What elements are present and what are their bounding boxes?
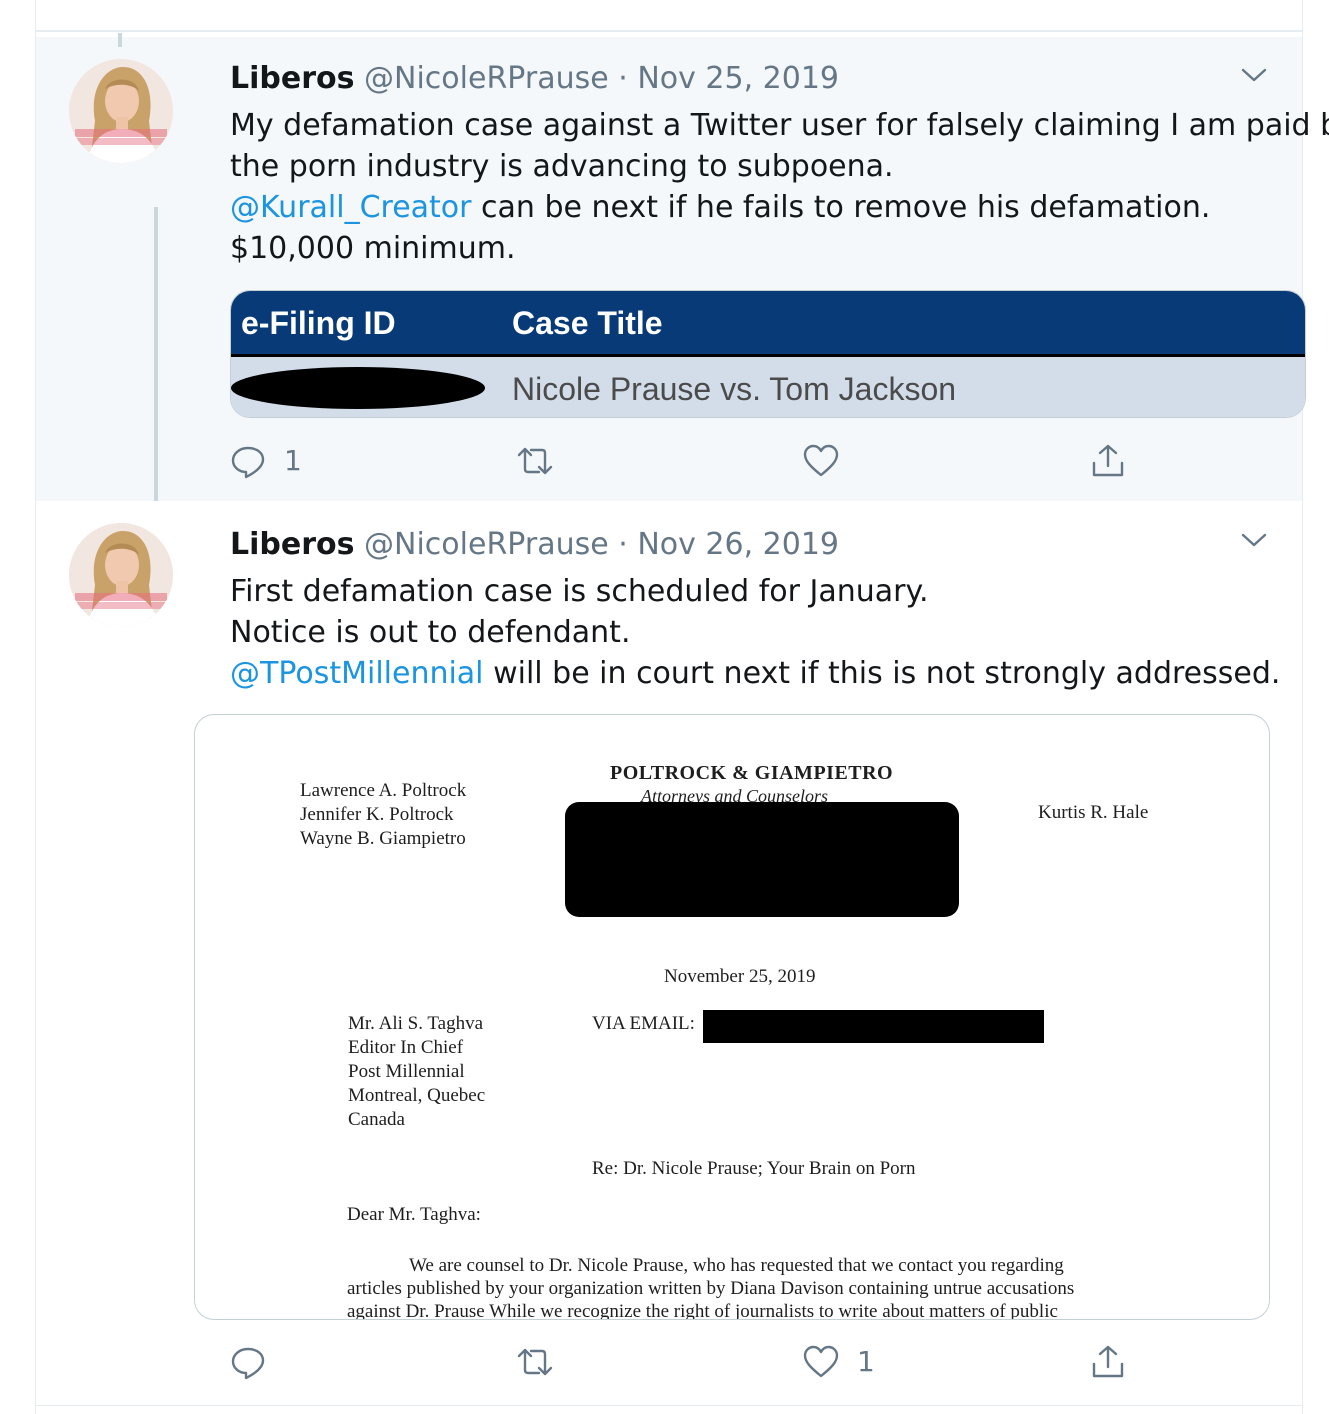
- via-email-label: VIA EMAIL:: [592, 1013, 695, 1034]
- tweet-date[interactable]: Nov 25, 2019: [637, 61, 839, 96]
- chevron-down-icon[interactable]: [1239, 60, 1269, 90]
- partner-name: Wayne B. Giampietro: [300, 828, 466, 849]
- tweet-actions: 1: [230, 1342, 1230, 1382]
- tweet-actions: 1: [230, 441, 1230, 481]
- tweet-text-line: My defamation case against a Twitter use…: [230, 108, 1329, 143]
- redaction-mark: [231, 367, 485, 409]
- tweet-text-line: @Kurall_Creator can be next if he fails …: [230, 187, 1300, 228]
- column-header-efiling-id: e-Filing ID: [241, 305, 396, 341]
- author-handle[interactable]: @NicoleRPrause: [364, 61, 609, 96]
- header-separator: ·: [618, 527, 628, 562]
- address-line: Post Millennial: [348, 1061, 465, 1082]
- mention-link[interactable]: @TPostMillennial: [230, 656, 484, 691]
- mention-link[interactable]: @Kurall_Creator: [230, 190, 472, 225]
- letter-salutation: Dear Mr. Taghva:: [347, 1204, 481, 1225]
- like-icon: [803, 1345, 839, 1378]
- tweet-text: First defamation case is scheduled for J…: [230, 571, 1300, 694]
- like-button[interactable]: [803, 441, 857, 481]
- letter-subject: Re: Dr. Nicole Prause; Your Brain on Por…: [592, 1158, 916, 1179]
- reply-icon: [231, 446, 265, 479]
- tweet-text-segment: will be in court next if this is not str…: [483, 656, 1281, 691]
- firm-name: POLTROCK & GIAMPIETRO: [610, 762, 894, 784]
- retweet-button[interactable]: [515, 441, 573, 481]
- share-icon: [1092, 444, 1124, 477]
- tweet-date[interactable]: Nov 26, 2019: [637, 527, 839, 562]
- column-header-case-title: Case Title: [512, 305, 663, 341]
- partner-name: Lawrence A. Poltrock: [300, 780, 467, 801]
- body-line: against Dr. Prause While we recognize th…: [347, 1301, 1058, 1320]
- body-line: We are counsel to Dr. Nicole Prause, who…: [409, 1255, 1064, 1276]
- redaction-mark: [703, 1010, 1044, 1043]
- thread-connector: [154, 207, 158, 549]
- avatar[interactable]: [69, 523, 173, 627]
- avatar[interactable]: [69, 59, 173, 163]
- media-image-letter[interactable]: Lawrence A. Poltrock Jennifer K. Poltroc…: [194, 714, 1270, 1320]
- address-line: Canada: [348, 1109, 405, 1130]
- tweet-header: Liberos @NicoleRPrause · Nov 26, 2019: [230, 525, 839, 565]
- thread-connector: [118, 33, 122, 47]
- tweet-text-line: @TPostMillennial will be in court next i…: [230, 653, 1300, 694]
- letter-body: We are counsel to Dr. Nicole Prause, who…: [347, 1254, 1075, 1320]
- tweet-text-line: the porn industry is advancing to subpoe…: [230, 149, 894, 184]
- address-line: Montreal, Quebec: [348, 1085, 486, 1106]
- reply-count: 1: [284, 444, 302, 477]
- avatar-image: [69, 59, 173, 163]
- tweet-text: My defamation case against a Twitter use…: [230, 105, 1329, 269]
- like-button[interactable]: 1: [803, 1342, 875, 1382]
- avatar-image: [69, 523, 173, 627]
- tweet-header: Liberos @NicoleRPrause · Nov 25, 2019: [230, 59, 839, 99]
- tweet-text-line: Notice is out to defendant.: [230, 615, 631, 650]
- tweet-1[interactable]: Liberos @NicoleRPrause · Nov 25, 2019 My…: [36, 37, 1329, 549]
- associate-name: Kurtis R. Hale: [1038, 802, 1149, 823]
- retweet-icon: [517, 1348, 553, 1376]
- partner-name: Jennifer K. Poltrock: [300, 804, 454, 825]
- redaction-mark: [565, 802, 959, 917]
- recipient-address: Mr. Ali S. Taghva Editor In Chief Post M…: [348, 1012, 485, 1132]
- address-line: Mr. Ali S. Taghva: [348, 1013, 484, 1034]
- retweet-button[interactable]: [515, 1342, 573, 1382]
- tweet-text-line: First defamation case is scheduled for J…: [230, 574, 929, 609]
- author-name[interactable]: Liberos: [230, 527, 354, 562]
- address-line: Editor In Chief: [348, 1037, 464, 1058]
- reply-button[interactable]: [230, 1342, 284, 1382]
- media-image-efiling-table[interactable]: e-Filing ID Case Title Nicole Prause vs.…: [230, 290, 1306, 418]
- like-count: 1: [857, 1345, 875, 1378]
- share-button[interactable]: [1090, 441, 1126, 481]
- tweet-text-segment: can be next if he fails to remove his de…: [471, 190, 1211, 225]
- letter-partners: Lawrence A. Poltrock Jennifer K. Poltroc…: [300, 779, 466, 851]
- share-button[interactable]: [1090, 1342, 1126, 1382]
- bottom-divider: [36, 1405, 1302, 1406]
- author-name[interactable]: Liberos: [230, 61, 354, 96]
- timeline-right-border: [1302, 0, 1303, 1414]
- header-separator: ·: [618, 61, 628, 96]
- chevron-down-icon[interactable]: [1239, 525, 1269, 555]
- share-icon: [1092, 1345, 1124, 1378]
- like-icon: [803, 444, 839, 477]
- reply-icon: [231, 1347, 265, 1380]
- reply-button[interactable]: 1: [230, 441, 302, 481]
- retweet-icon: [517, 447, 553, 475]
- case-title-value: Nicole Prause vs. Tom Jackson: [512, 371, 957, 407]
- top-divider: [36, 30, 1302, 32]
- body-line: articles published by your organization …: [347, 1278, 1075, 1299]
- author-handle[interactable]: @NicoleRPrause: [364, 527, 609, 562]
- tweet-text-line: $10,000 minimum.: [230, 231, 516, 266]
- letter-date: November 25, 2019: [664, 966, 816, 987]
